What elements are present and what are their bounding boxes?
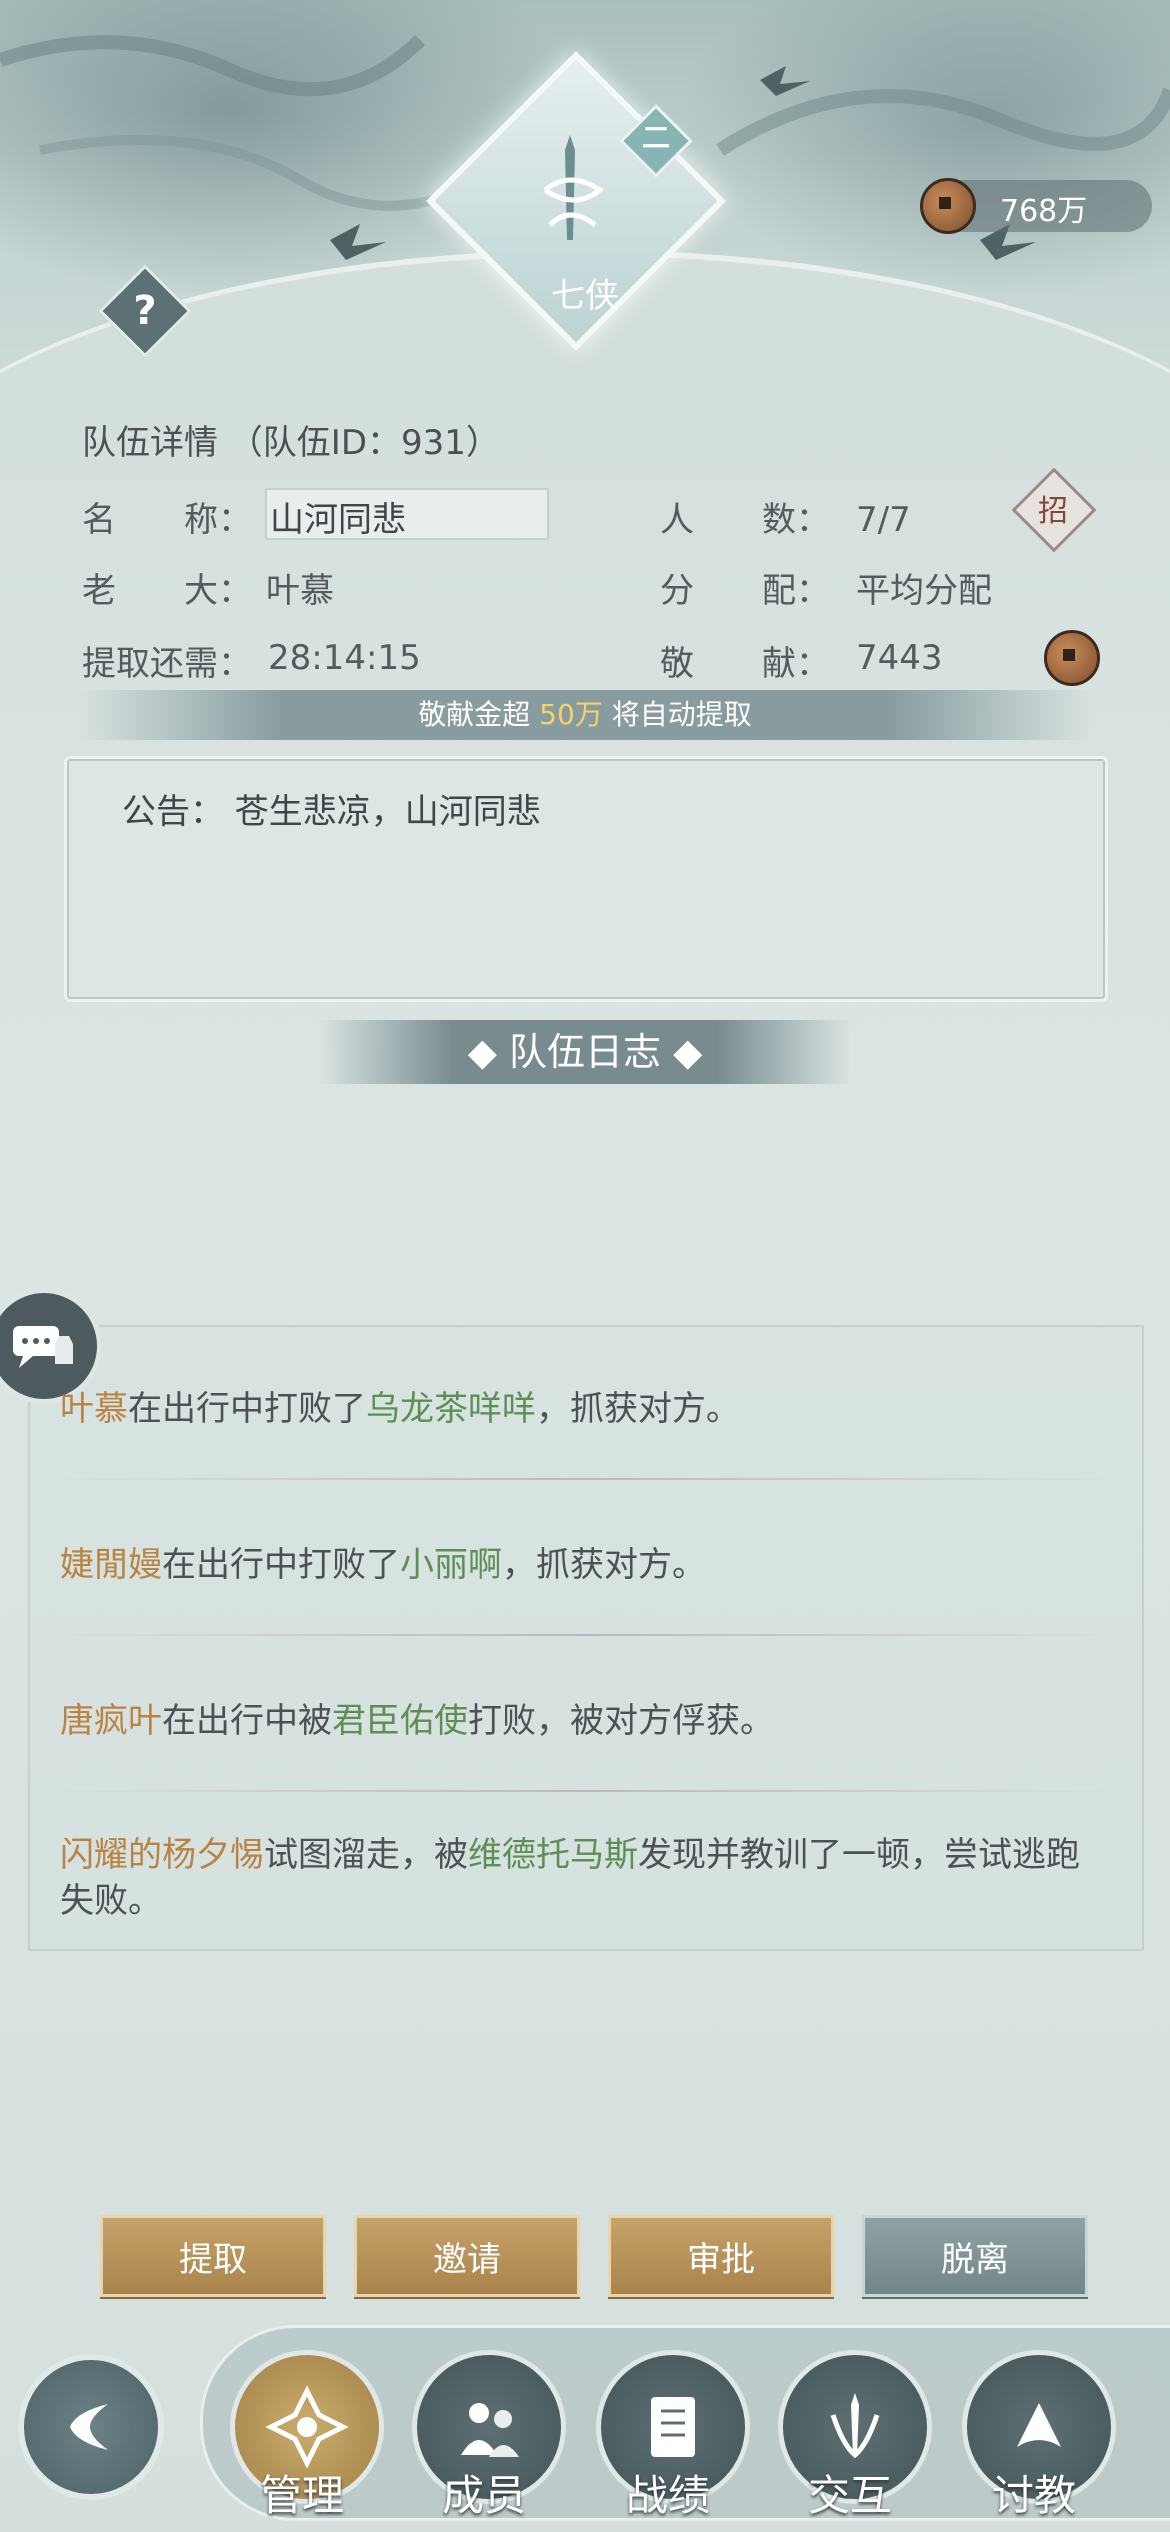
nav-members-label: 成员 bbox=[441, 2471, 526, 2520]
log-text-end: ，抓获对方。 bbox=[502, 1545, 706, 1585]
distribution-value: 平均分配 bbox=[856, 571, 992, 611]
nav-records-label: 战绩 bbox=[625, 2471, 710, 2520]
sword-icon bbox=[505, 130, 635, 260]
back-arrow-icon bbox=[70, 2404, 108, 2450]
log-text: 在出行中打败了 bbox=[162, 1545, 400, 1585]
coin-icon bbox=[920, 178, 976, 234]
log-target[interactable]: 维德托马斯 bbox=[468, 1835, 638, 1875]
notice-text: 公告： 苍生悲凉，山河同悲 bbox=[122, 792, 541, 832]
members-icon bbox=[461, 2403, 519, 2457]
distribution-label: 分 配： bbox=[660, 571, 830, 611]
approve-button[interactable]: 审批 bbox=[608, 2215, 834, 2297]
contribution-label: 敬 献： bbox=[660, 644, 830, 684]
log-text: 试图溜走，被 bbox=[264, 1835, 468, 1875]
help-icon: ? bbox=[133, 288, 157, 334]
log-text: 在出行中打败了 bbox=[128, 1389, 366, 1429]
nav-interact-label: 交互 bbox=[807, 2471, 892, 2520]
log-target[interactable]: 乌龙茶咩咩 bbox=[366, 1389, 536, 1429]
invite-button[interactable]: 邀请 bbox=[354, 2215, 580, 2297]
log-text-end: ，抓获对方。 bbox=[536, 1389, 740, 1429]
auto-withdraw-suffix: 将自动提取 bbox=[602, 698, 752, 731]
log-actor[interactable]: 叶慕 bbox=[60, 1389, 128, 1429]
contribution-value: 7443 bbox=[856, 638, 943, 678]
team-name-value: 山河同悲 bbox=[270, 500, 406, 540]
log-actor[interactable]: 闪耀的杨夕惕 bbox=[60, 1835, 264, 1875]
emblem-title: 七侠 bbox=[551, 276, 619, 316]
log-divider bbox=[40, 1634, 1130, 1636]
log-entry: 唐疯叶在出行中被君臣佑使打败，被对方俘获。 bbox=[60, 1698, 1100, 1744]
members-value: 7/7 bbox=[856, 500, 911, 540]
withdraw-timer-label: 提取还需： bbox=[82, 644, 252, 684]
scroll-icon bbox=[651, 2397, 695, 2457]
fist-icon bbox=[1017, 2403, 1061, 2447]
log-actor[interactable]: 婕閒嫚 bbox=[60, 1545, 162, 1585]
manage-icon bbox=[265, 2385, 349, 2469]
log-actor[interactable]: 唐疯叶 bbox=[60, 1701, 162, 1741]
chat-icon bbox=[13, 1326, 73, 1368]
recruit-label: 招 bbox=[1038, 494, 1068, 529]
nav-manage-label: 管理 bbox=[259, 2471, 344, 2520]
currency-amount: 768万 bbox=[1000, 194, 1088, 229]
leader-value: 叶慕 bbox=[266, 571, 334, 611]
name-label: 名 称： bbox=[82, 500, 252, 540]
auto-withdraw-banner: 敬献金超 50万 将自动提取 bbox=[80, 690, 1090, 740]
back-button[interactable] bbox=[18, 2354, 164, 2500]
log-divider bbox=[40, 1790, 1130, 1792]
team-log-title: ◆ 队伍日志 ◆ bbox=[320, 1020, 850, 1084]
auto-withdraw-amount: 50万 bbox=[539, 698, 603, 731]
members-label: 人 数： bbox=[660, 500, 830, 540]
withdraw-timer-value: 28:14:15 bbox=[268, 638, 421, 678]
log-entry: 闪耀的杨夕惕试图溜走，被维德托马斯发现并教训了一顿，尝试逃跑失败。 bbox=[60, 1832, 1100, 1924]
withdraw-button[interactable]: 提取 bbox=[100, 2215, 326, 2297]
log-text-end: 打败，被对方俘获。 bbox=[468, 1701, 774, 1741]
log-target[interactable]: 君臣佑使 bbox=[332, 1701, 468, 1741]
swords-icon bbox=[830, 2393, 880, 2459]
team-detail-title: 队伍详情 （队伍ID：931） bbox=[82, 423, 500, 463]
log-divider bbox=[40, 1478, 1130, 1480]
rank-badge-text: 二 bbox=[641, 121, 670, 154]
log-entry: 叶慕在出行中打败了乌龙茶咩咩，抓获对方。 bbox=[60, 1386, 1100, 1432]
auto-withdraw-prefix: 敬献金超 bbox=[418, 698, 540, 731]
leader-label: 老 大： bbox=[82, 571, 252, 611]
leave-team-button[interactable]: 脱离 bbox=[862, 2215, 1088, 2297]
nav-discuss-label: 讨教 bbox=[991, 2471, 1076, 2520]
log-text: 在出行中被 bbox=[162, 1701, 332, 1741]
log-target[interactable]: 小丽啊 bbox=[400, 1545, 502, 1585]
log-entry: 婕閒嫚在出行中打败了小丽啊，抓获对方。 bbox=[60, 1542, 1100, 1588]
contribution-coin-icon[interactable] bbox=[1044, 630, 1100, 686]
